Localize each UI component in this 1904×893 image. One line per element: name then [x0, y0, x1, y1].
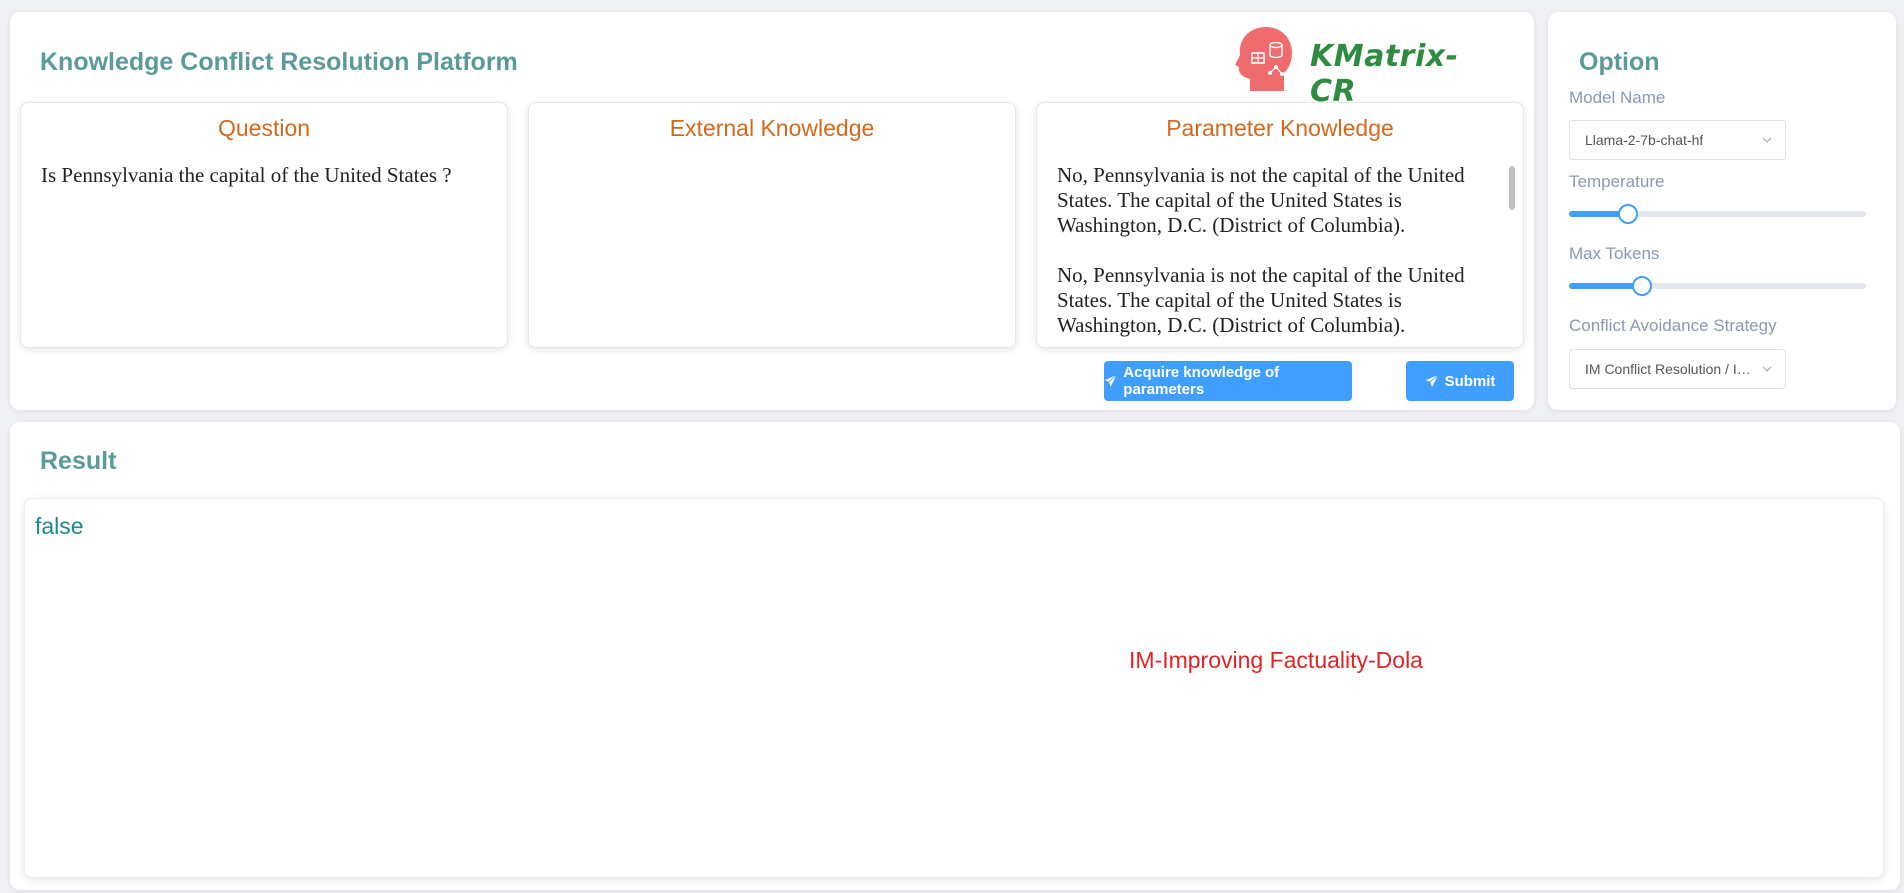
result-title: Result — [40, 447, 117, 475]
result-box: false IM-Improving Factuality-Dola — [24, 498, 1884, 878]
conflict-strategy-label: Conflict Avoidance Strategy — [1569, 316, 1777, 335]
logo: KMatrix-CR — [1232, 17, 1492, 109]
max-tokens-slider-handle[interactable] — [1631, 276, 1652, 296]
submit-button[interactable]: Submit — [1406, 361, 1514, 401]
result-value: false — [35, 513, 84, 539]
external-knowledge-label: External Knowledge — [669, 115, 875, 141]
head-logo-icon — [1235, 27, 1292, 91]
acquire-knowledge-label: Acquire knowledge of parameters — [1123, 364, 1280, 398]
question-card: Question Is Pennsylvania the capital of … — [20, 102, 508, 348]
result-panel: Result false IM-Improving Factuality-Dol… — [10, 422, 1900, 890]
model-name-label: Model Name — [1569, 88, 1666, 107]
chevron-down-icon — [1762, 137, 1772, 143]
main-panel: Knowledge Conflict Resolution Platform K… — [10, 12, 1534, 410]
max-tokens-label: Max Tokens — [1569, 244, 1660, 263]
scrollbar-thumb[interactable] — [1509, 166, 1515, 210]
parameter-knowledge-label: Parameter Knowledge — [1166, 115, 1394, 141]
acquire-knowledge-button[interactable]: Acquire knowledge of parameters — [1104, 361, 1352, 401]
question-input[interactable]: Is Pennsylvania the capital of the Unite… — [41, 163, 489, 343]
model-name-value: Llama-2-7b-chat-hf — [1585, 132, 1704, 148]
logo-text: KMatrix-CR — [1310, 39, 1459, 109]
conflict-strategy-value: IM Conflict Resolution / IM-Improving Fa… — [1585, 361, 1755, 377]
external-knowledge-card: External Knowledge — [528, 102, 1016, 348]
parameter-knowledge-input[interactable]: No, Pennsylvania is not the capital of t… — [1057, 163, 1483, 343]
send-icon — [1104, 374, 1117, 387]
submit-label: Submit — [1444, 372, 1496, 390]
temperature-label: Temperature — [1569, 172, 1665, 191]
model-name-select[interactable]: Llama-2-7b-chat-hf — [1569, 120, 1786, 160]
max-tokens-slider[interactable] — [1569, 276, 1866, 296]
temperature-slider-handle[interactable] — [1618, 204, 1639, 224]
conflict-strategy-select[interactable]: IM Conflict Resolution / IM-Improving Fa… — [1569, 349, 1786, 389]
question-label: Question — [217, 115, 311, 141]
page-title: Knowledge Conflict Resolution Platform — [40, 48, 518, 76]
parameter-knowledge-card: Parameter Knowledge No, Pennsylvania is … — [1036, 102, 1524, 348]
option-panel: Option Model Name Llama-2-7b-chat-hf Tem… — [1548, 12, 1896, 410]
result-method: IM-Improving Factuality-Dola — [1129, 647, 1423, 673]
chevron-down-icon — [1762, 366, 1772, 372]
option-title: Option — [1579, 48, 1660, 76]
send-icon — [1425, 374, 1438, 388]
temperature-slider[interactable] — [1569, 204, 1866, 224]
external-knowledge-input[interactable] — [549, 163, 997, 343]
